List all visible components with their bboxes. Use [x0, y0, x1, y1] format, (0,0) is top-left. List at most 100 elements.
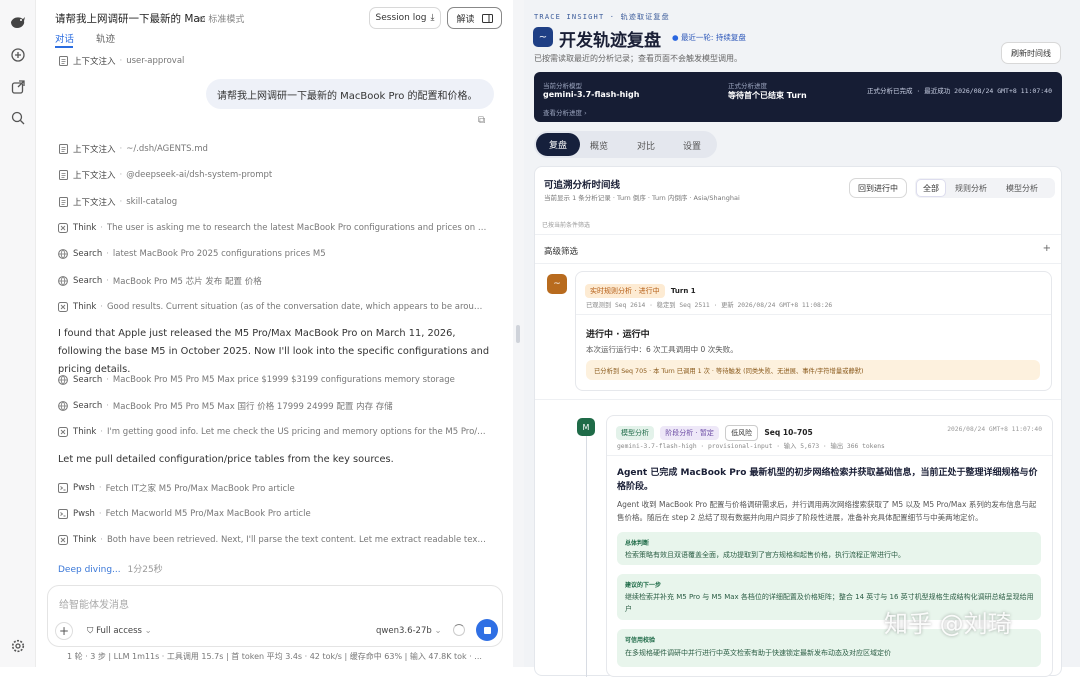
event-detail: Fetch IT之家 M5 Pro/Max MacBook Pro articl… — [105, 484, 295, 494]
attach-plus-icon[interactable]: + — [55, 622, 73, 640]
think-icon — [58, 222, 68, 233]
interpret-label: 解读 — [456, 14, 475, 25]
think-icon — [58, 535, 68, 545]
event-row[interactable]: Search · latest MacBook Pro 2025 configura… — [58, 247, 326, 261]
document-icon — [58, 196, 68, 207]
shield-icon: ⛉ — [87, 626, 97, 636]
trace-title: 开发轨迹复盘 — [559, 31, 661, 51]
tag-risk: 低风险 — [725, 425, 759, 441]
assistant-message: I found that Apple just released the M5 … — [58, 328, 490, 375]
new-chat-icon[interactable] — [8, 45, 28, 65]
settings-icon[interactable] — [8, 636, 28, 656]
think-icon — [58, 427, 68, 437]
search-icon[interactable] — [8, 108, 28, 128]
event-row[interactable]: Think · Good results. Current situation (a… — [58, 300, 487, 314]
panel-divider[interactable] — [513, 0, 524, 667]
event-row[interactable]: Pwsh · Fetch Macworld M5 Pro/Max MacBook P… — [58, 507, 311, 521]
live-dot-icon: ● — [672, 33, 681, 42]
event-row[interactable]: 上下文注入 · user-approval — [58, 54, 184, 68]
stop-button[interactable] — [476, 619, 498, 641]
share-icon[interactable] — [8, 77, 28, 97]
tab-settings[interactable]: 设置 — [683, 139, 701, 152]
live-badge-label: 最近一轮: 持续复盘 — [680, 33, 746, 42]
event-detail: Fetch Macworld M5 Pro/Max MacBook Pro ar… — [105, 509, 311, 519]
event-detail: MacBook Pro M5 Pro M5 Max price $1999 $3… — [112, 375, 455, 385]
filter-all[interactable]: 全部 — [916, 179, 946, 197]
chat-title: 请帮我上网调研一下最新的 Mac — [55, 13, 206, 25]
terminal-icon — [58, 509, 68, 519]
event-type: Think — [73, 427, 97, 437]
analysis-body: Agent 收到 MacBook Pro 配置与价格调研需求后，并行调用两次网络… — [617, 500, 1037, 522]
tab-trajectory[interactable]: 轨迹 — [96, 31, 115, 45]
event-detail: @deepseek-ai/dsh-system-prompt — [126, 170, 273, 181]
message-input[interactable]: 给智能体发消息 — [59, 596, 129, 611]
refresh-timeline-button[interactable]: 刷新时间线 — [1001, 42, 1061, 64]
globe-icon — [58, 401, 68, 411]
trace-logo-icon: ~ — [533, 27, 553, 47]
user-message-bubble: 请帮我上网调研一下最新的 MacBook Pro 的配置和价格。 — [206, 79, 494, 109]
deep-diving-label: Deep diving... — [58, 565, 121, 575]
separator: · — [100, 535, 103, 545]
advanced-filter-toggle[interactable]: 高级筛选 — [544, 245, 578, 257]
conversation-feed[interactable]: 上下文注入 · user-approval 请帮我上网调研一下最新的 MacBook… — [36, 48, 513, 588]
model-selector[interactable]: qwen3.6-27b ⌄ — [376, 626, 442, 636]
mode-indicator[interactable]: ⊘ 标准模式 — [198, 12, 244, 25]
back-to-running-button[interactable]: 回到进行中 — [849, 178, 907, 198]
divider — [535, 263, 1061, 264]
interpret-button[interactable]: 解读 — [447, 7, 502, 29]
event-row[interactable]: 上下文注入 · ~/.dsh/AGENTS.md — [58, 142, 208, 156]
expand-plus-icon[interactable]: + — [1043, 243, 1051, 254]
separator: · — [106, 275, 109, 286]
filter-model[interactable]: 模型分析 — [1006, 183, 1038, 194]
tab-review[interactable]: 复盘 — [536, 133, 580, 156]
event-row[interactable]: Pwsh · Fetch IT之家 M5 Pro/Max MacBook Pro a… — [58, 481, 295, 495]
mode-icon: ⊘ — [198, 15, 209, 25]
event-detail: Both have been retrieved. Next, I'll par… — [106, 535, 487, 545]
separator: · — [98, 509, 102, 519]
event-row[interactable]: Think · The user is asking me to research … — [58, 221, 487, 235]
block-text: 在多规格硬件调研中并行进行中英文检索有助于快速锁定最新发布动态及对应区域定价 — [625, 649, 891, 657]
event-type: 上下文注入 — [73, 57, 116, 67]
chat-panel: 请帮我上网调研一下最新的 Mac ⊘ 标准模式 Session log ⤓ 解读… — [36, 0, 513, 667]
tab-dialog[interactable]: 对话 — [55, 31, 74, 45]
analysis-seq: Seq 10–705 — [764, 428, 813, 437]
turn-tag: 实时规则分析 · 进行中 — [585, 284, 665, 298]
tag-model: 模型分析 — [616, 426, 654, 440]
tab-compare[interactable]: 对比 — [637, 139, 655, 152]
event-row[interactable]: Search · MacBook Pro M5 Pro M5 Max 国行 价格 1… — [58, 399, 393, 413]
divider — [576, 314, 1051, 315]
session-log-button[interactable]: Session log ⤓ — [369, 7, 441, 29]
download-icon: ⤓ — [430, 13, 435, 23]
left-rail — [0, 0, 36, 667]
globe-icon — [58, 375, 68, 385]
analysis-status: 正式分析已完成 · 最近成功 2026/08/24 GMT+8 11:07:40 — [867, 87, 1052, 95]
event-row[interactable]: Think · I'm getting good info. Let me chec… — [58, 425, 487, 439]
turn-header: 实时规则分析 · 进行中 Turn 1 — [585, 284, 696, 298]
event-type: Think — [73, 535, 97, 545]
tab-overview[interactable]: 概览 — [590, 139, 608, 152]
filter-rule[interactable]: 规则分析 — [955, 183, 987, 194]
divider — [535, 399, 1061, 400]
turn-card[interactable]: 实时规则分析 · 进行中 Turn 1 已观测到 Seq 2614 · 稳定到 … — [575, 271, 1052, 391]
filter-segment: 全部 规则分析 模型分析 — [915, 178, 1055, 198]
app-logo-icon[interactable] — [8, 12, 28, 32]
think-icon — [58, 301, 68, 312]
event-type: Search — [73, 401, 103, 411]
analysis-header: 模型分析 阶段分析 · 暂定 低风险 Seq 10–705 — [616, 425, 813, 441]
watermark: 知乎 @刘琦 — [884, 610, 1012, 638]
event-detail: ~/.dsh/AGENTS.md — [126, 144, 208, 154]
event-detail: latest MacBook Pro 2025 configurations p… — [112, 249, 326, 260]
event-detail: MacBook Pro M5 Pro M5 Max 国行 价格 17999 24… — [112, 402, 393, 412]
copy-icon[interactable]: ⧉ — [478, 115, 485, 126]
event-row[interactable]: Search · MacBook Pro M5 Pro M5 Max price $… — [58, 373, 455, 387]
event-row[interactable]: 上下文注入 · skill-catalog — [58, 195, 177, 209]
analysis-progress: 等待首个已结束 Turn — [728, 91, 807, 100]
access-selector[interactable]: ⛉ Full access ⌄ — [87, 626, 152, 636]
resize-handle[interactable] — [516, 325, 520, 343]
assistant-message: Let me pull detailed configuration/price… — [58, 454, 394, 465]
view-progress-link[interactable]: 查看分析进度 › — [543, 107, 587, 117]
event-row[interactable]: Search · MacBook Pro M5 芯片 发布 配置 价格 — [58, 274, 262, 288]
event-row[interactable]: Think · Both have been retrieved. Next, I'… — [58, 533, 487, 547]
model-label: 当前分析模型 — [543, 82, 582, 90]
event-row[interactable]: 上下文注入 · @deepseek-ai/dsh-system-prompt — [58, 168, 272, 182]
